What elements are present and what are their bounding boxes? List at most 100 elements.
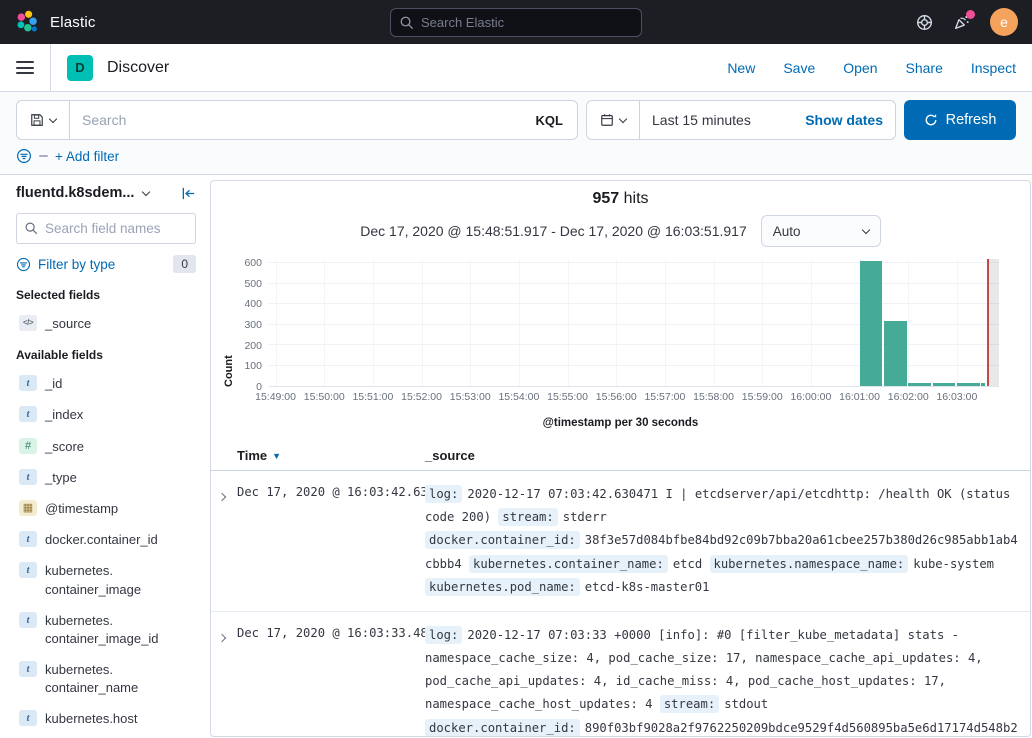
doc-table-header: Time _source: [211, 442, 1030, 471]
doc-timestamp: Dec 17, 2020 @ 16:03:33.488: [237, 624, 425, 640]
time-column-header[interactable]: Time: [237, 448, 425, 463]
doc-field-key: kubernetes.namespace_name:: [710, 555, 909, 573]
help-icon[interactable]: [916, 14, 933, 31]
refresh-button[interactable]: Refresh: [904, 100, 1016, 140]
x-axis-title: @timestamp per 30 seconds: [211, 417, 1030, 429]
chart-date-range: Dec 17, 2020 @ 15:48:51.917 - Dec 17, 20…: [360, 223, 746, 239]
brand-name: Elastic: [50, 14, 96, 31]
interval-select[interactable]: Auto: [761, 215, 881, 247]
x-tick: 16:02:00: [888, 391, 929, 403]
x-tick: 15:58:00: [693, 391, 734, 403]
query-search-input[interactable]: [70, 101, 522, 139]
document-row: Dec 17, 2020 @ 16:03:33.488log:2020-12-1…: [211, 612, 1030, 737]
x-tick: 15:53:00: [450, 391, 491, 403]
collapse-sidebar-icon[interactable]: [181, 186, 196, 201]
histogram-bar[interactable]: [860, 261, 883, 386]
histogram-bar[interactable]: [884, 321, 907, 386]
global-search: [390, 8, 642, 37]
x-tick: 15:54:00: [498, 391, 539, 403]
notification-dot: [966, 10, 975, 19]
y-axis-ticks: 0100200300400500600: [235, 259, 269, 387]
y-tick: 400: [244, 298, 262, 310]
field-item-kubernetes.container_name[interactable]: tkubernetes.​container_name: [16, 661, 196, 697]
appbar-action-inspect[interactable]: Inspect: [971, 60, 1016, 76]
query-section: KQL Last 15 minutes Show dates Refresh +…: [0, 92, 1032, 175]
field-item-kubernetes.host[interactable]: tkubernetes.​host: [16, 710, 196, 728]
x-tick: 16:00:00: [790, 391, 831, 403]
field-type-icon-t: t: [19, 375, 37, 391]
doc-source: log:2020-12-17 07:03:42.630471 I | etcds…: [425, 483, 1018, 599]
x-tick: 15:50:00: [304, 391, 345, 403]
field-type-icon-t: t: [19, 469, 37, 485]
doc-field-key: stream:: [498, 508, 557, 526]
field-item-kubernetes.container_image_id[interactable]: tkubernetes.​container_image_id: [16, 612, 196, 648]
field-name: kubernetes.​container_image_id: [45, 612, 169, 648]
doc-timestamp: Dec 17, 2020 @ 16:03:42.630: [237, 483, 425, 499]
expand-row-icon[interactable]: [219, 483, 237, 503]
histogram-bar[interactable]: [933, 383, 956, 386]
field-name: _id: [45, 375, 62, 393]
saved-queries-button[interactable]: [16, 100, 70, 140]
field-search-input[interactable]: [16, 213, 196, 244]
newsfeed-icon[interactable]: [953, 14, 970, 31]
filter-by-type-button[interactable]: Filter by type: [38, 257, 115, 272]
doc-field-key: log:: [425, 485, 462, 503]
avatar[interactable]: e: [990, 8, 1018, 36]
menu-icon[interactable]: [16, 57, 34, 78]
global-search-input[interactable]: [390, 8, 642, 37]
appbar-action-open[interactable]: Open: [843, 60, 877, 76]
search-icon: [399, 15, 414, 30]
y-tick: 500: [244, 278, 262, 290]
field-item-_index[interactable]: t_index: [16, 406, 196, 424]
x-tick: 15:52:00: [401, 391, 442, 403]
appbar-actions: New Save Open Share Inspect: [727, 60, 1016, 76]
field-type-icon-num: #: [19, 438, 37, 454]
elastic-logo-icon[interactable]: [14, 9, 40, 35]
show-dates-button[interactable]: Show dates: [805, 112, 883, 128]
doc-field-key: kubernetes.container_name:: [469, 555, 668, 573]
filter-settings-icon[interactable]: [16, 148, 32, 164]
header-actions: e: [916, 8, 1018, 36]
global-header: Elastic e: [0, 0, 1032, 44]
field-type-icon-t: t: [19, 531, 37, 547]
y-tick: 100: [244, 360, 262, 372]
refresh-icon: [924, 113, 938, 127]
doc-table-body: Dec 17, 2020 @ 16:03:42.630log:2020-12-1…: [211, 471, 1030, 737]
dash-icon: [39, 155, 48, 157]
field-name: kubernetes.​host: [45, 710, 138, 728]
x-tick: 15:56:00: [596, 391, 637, 403]
time-range-value[interactable]: Last 15 minutes: [652, 112, 751, 128]
index-pattern-selector[interactable]: fluentd.k8sdem...: [16, 185, 196, 201]
appbar-action-new[interactable]: New: [727, 60, 755, 76]
field-item-_source[interactable]: </>_source: [16, 315, 196, 333]
discover-app-badge[interactable]: D: [67, 55, 93, 81]
chevron-down-icon: [861, 226, 869, 234]
doc-field-key: docker.container_id:: [425, 531, 580, 549]
histogram-bar[interactable]: [981, 383, 985, 386]
date-picker-button[interactable]: [586, 100, 640, 140]
field-item-kubernetes.container_image[interactable]: tkubernetes.​container_image: [16, 562, 196, 598]
chevron-down-icon: [49, 115, 57, 123]
histogram-plot: [269, 259, 999, 387]
histogram-bar[interactable]: [957, 383, 980, 386]
source-column-header: _source: [425, 448, 475, 463]
add-filter-button[interactable]: + Add filter: [55, 149, 119, 164]
field-item-@timestamp[interactable]: ▦@timestamp: [16, 500, 196, 518]
expand-row-icon[interactable]: [219, 624, 237, 644]
query-input-wrap: KQL: [70, 100, 578, 140]
fields-sidebar: fluentd.k8sdem... Filter by type 0 Selec…: [0, 175, 210, 738]
field-item-docker.container_id[interactable]: tdocker.​container_id: [16, 531, 196, 549]
appbar-action-save[interactable]: Save: [783, 60, 815, 76]
appbar-action-share[interactable]: Share: [906, 60, 943, 76]
field-item-_score[interactable]: #_score: [16, 438, 196, 456]
x-tick: 15:51:00: [352, 391, 393, 403]
field-item-_id[interactable]: t _id: [16, 375, 196, 393]
chart-range-row: Dec 17, 2020 @ 15:48:51.917 - Dec 17, 20…: [211, 215, 1030, 247]
histogram-bar[interactable]: [908, 383, 931, 386]
x-tick: 15:59:00: [742, 391, 783, 403]
y-tick: 300: [244, 319, 262, 331]
sort-descending-icon[interactable]: [272, 451, 281, 461]
query-language-button[interactable]: KQL: [522, 113, 577, 128]
field-item-_type[interactable]: t_type: [16, 469, 196, 487]
field-type-icon-date: ▦: [19, 500, 37, 516]
